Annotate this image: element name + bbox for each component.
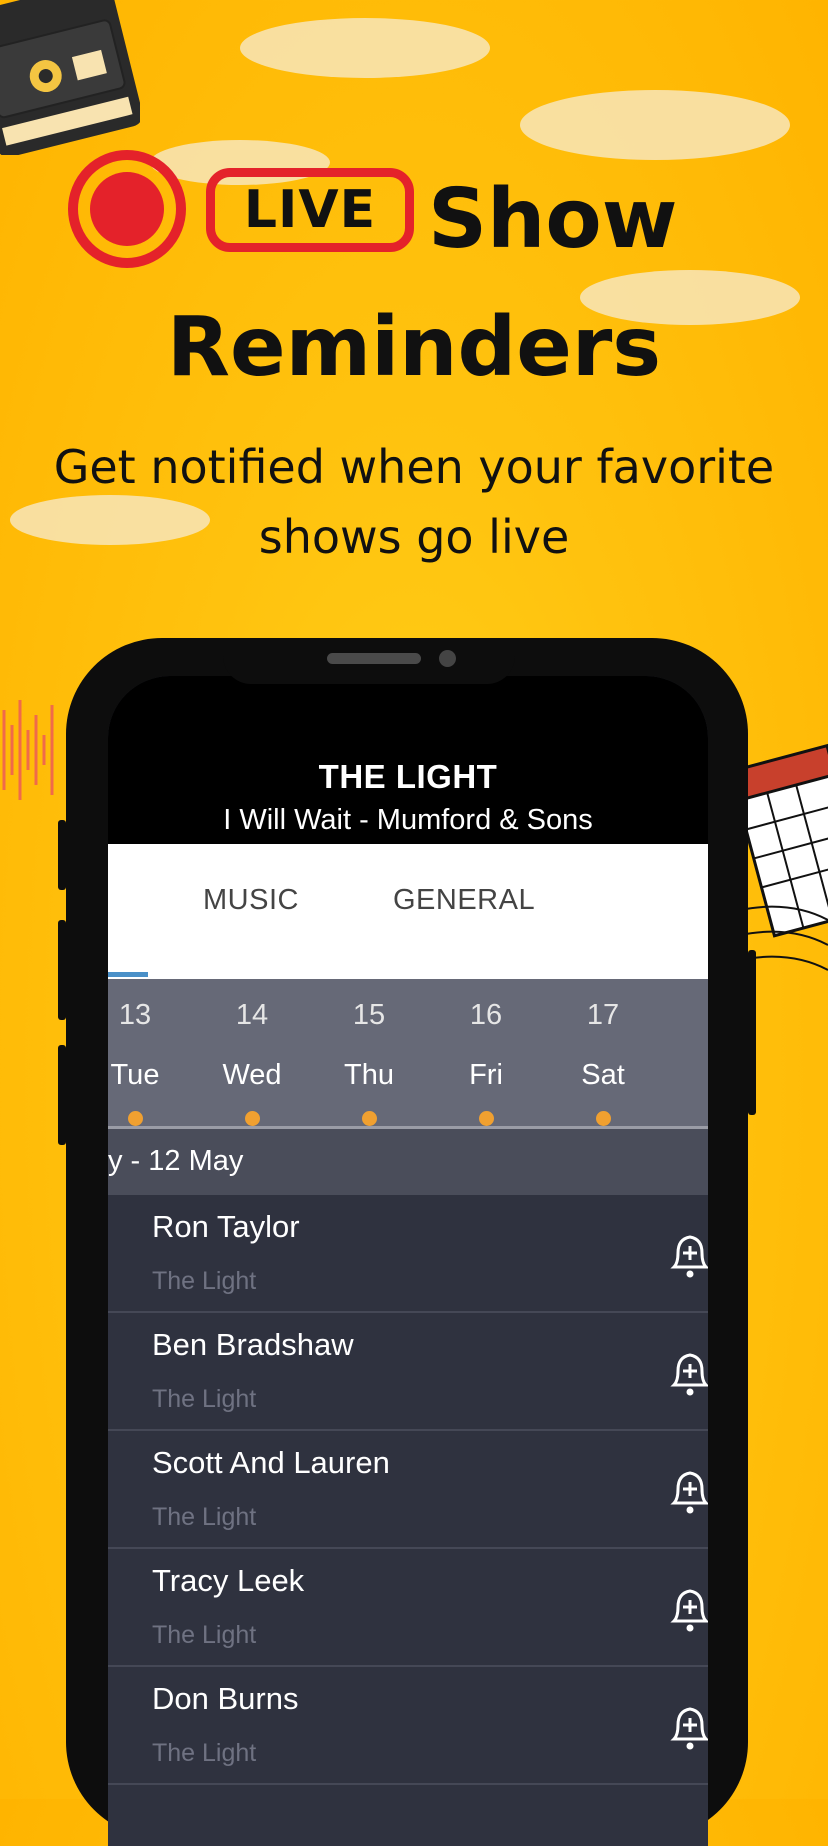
day-name: Tue [110, 1059, 160, 1091]
show-station: The Light [152, 1621, 257, 1649]
show-row[interactable]: Don Burns The Light [108, 1667, 708, 1785]
phone-side-button [58, 1045, 66, 1145]
date-header: y - 12 May [108, 1129, 708, 1195]
sound-wave-decoration [2, 700, 54, 800]
day-dot [245, 1111, 260, 1126]
phone-side-button [748, 950, 756, 1115]
record-dot [90, 172, 164, 246]
phone-side-button [58, 820, 66, 890]
show-station: The Light [152, 1267, 257, 1295]
subtitle-line-2: shows go live [258, 510, 570, 564]
phone-notch [223, 638, 515, 684]
show-host: Don Burns [152, 1681, 299, 1716]
tab-music[interactable]: MUSIC [203, 884, 299, 917]
bell-plus-icon[interactable] [668, 1583, 708, 1635]
show-host: Ron Taylor [152, 1209, 300, 1244]
show-row[interactable]: Tracy Leek The Light [108, 1549, 708, 1667]
day-name: Wed [222, 1059, 282, 1091]
day-dot [128, 1111, 143, 1126]
category-tabs: MUSIC GENERAL [108, 844, 708, 979]
day-number: 17 [586, 999, 620, 1031]
camera-icon [439, 650, 456, 667]
bell-plus-icon[interactable] [668, 1701, 708, 1753]
show-station: The Light [152, 1503, 257, 1531]
show-station: The Light [152, 1739, 257, 1767]
bell-plus-icon[interactable] [668, 1229, 708, 1281]
phone-side-button [58, 920, 66, 1020]
day-dot [479, 1111, 494, 1126]
player-header[interactable]: THE LIGHT I Will Wait - Mumford & Sons [108, 676, 708, 844]
speaker-grille [327, 653, 421, 664]
day-name: Sat [581, 1059, 625, 1091]
show-row[interactable]: Scott And Lauren The Light [108, 1431, 708, 1549]
day-dot [362, 1111, 377, 1126]
subtitle-line-1: Get notified when your favorite [53, 440, 775, 494]
tab-general[interactable]: GENERAL [393, 884, 535, 917]
bell-plus-icon[interactable] [668, 1347, 708, 1399]
date-range-label: y - 12 May [108, 1145, 244, 1177]
cloud-decoration [240, 18, 490, 78]
day-number: 13 [118, 999, 152, 1031]
live-badge: LIVE [68, 150, 418, 280]
hero-subtitle: Get notified when your favorite shows go… [0, 432, 828, 572]
show-host: Ben Bradshaw [152, 1327, 354, 1362]
day-name: Thu [344, 1059, 394, 1091]
show-host: Tracy Leek [152, 1563, 305, 1598]
station-name: THE LIGHT [318, 758, 498, 795]
day-number: 14 [235, 999, 269, 1031]
day-name: Fri [469, 1059, 503, 1091]
show-row[interactable]: Ron Taylor The Light [108, 1195, 708, 1313]
hero-title-reminders: Reminders [166, 300, 662, 395]
app-screen: THE LIGHT I Will Wait - Mumford & Sons M… [108, 676, 708, 1846]
day-selector: 13 Tue 14 Wed 15 Thu 16 Fri 17 Sat [108, 979, 708, 1126]
cassette-icon [0, 0, 140, 155]
now-playing: I Will Wait - Mumford & Sons [223, 804, 593, 836]
show-host: Scott And Lauren [152, 1445, 390, 1480]
show-row[interactable]: Ben Bradshaw The Light [108, 1313, 708, 1431]
day-number: 15 [352, 999, 386, 1031]
live-label: LIVE [206, 168, 414, 252]
cloud-decoration [520, 90, 790, 160]
bell-plus-icon[interactable] [668, 1465, 708, 1517]
hero-title-show: Show [428, 172, 678, 267]
tab-indicator [108, 972, 148, 977]
day-dot [596, 1111, 611, 1126]
show-station: The Light [152, 1385, 257, 1413]
day-number: 16 [469, 999, 503, 1031]
calendar-icon [740, 743, 828, 971]
phone-mockup: THE LIGHT I Will Wait - Mumford & Sons M… [66, 638, 748, 1846]
